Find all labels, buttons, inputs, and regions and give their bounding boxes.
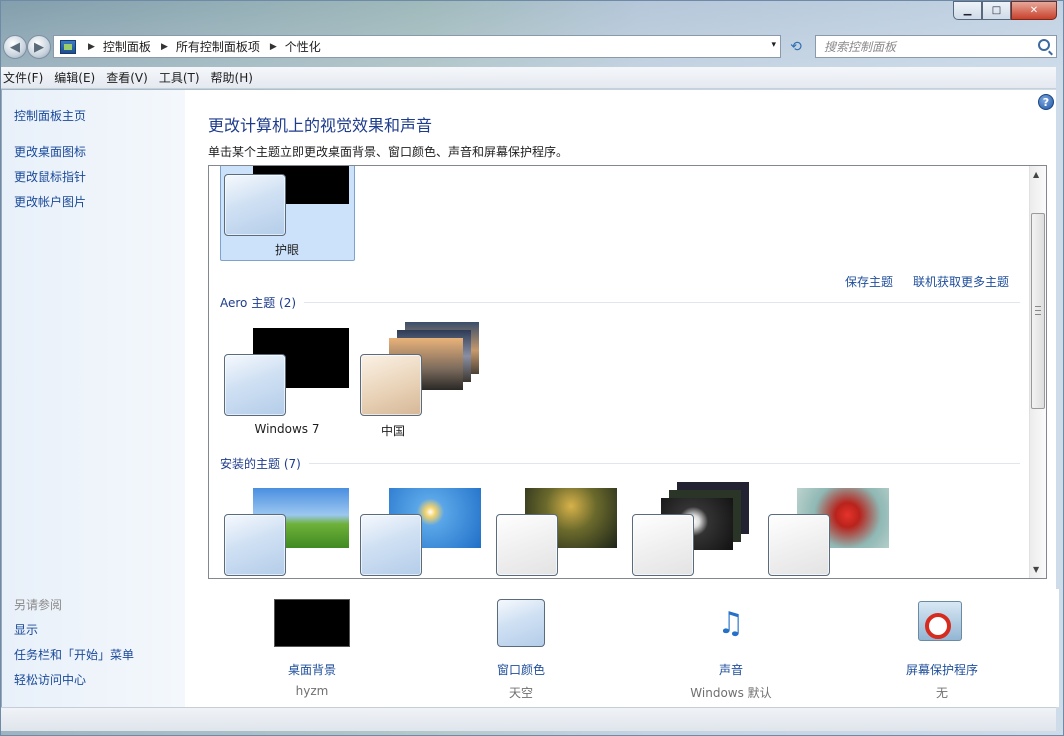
theme-label: 中国 [380, 424, 405, 438]
address-dropdown-icon[interactable]: ▾ [771, 40, 776, 50]
menu-tools[interactable]: 工具(T) [157, 69, 205, 86]
menu-view[interactable]: 查看(V) [104, 69, 153, 86]
sidebar: 控制面板主页 更改桌面图标 更改鼠标指针 更改帐户图片 另请参阅 显示 任务栏和… [2, 90, 185, 707]
see-also-header: 另请参阅 [14, 598, 63, 612]
breadcrumb-personalization[interactable]: 个性化 [285, 38, 321, 55]
search-input[interactable]: 搜索控制面板 [815, 35, 1057, 58]
menu-file[interactable]: 文件(F) [1, 69, 48, 86]
divider [304, 302, 1020, 303]
theme-window-color-preview [224, 514, 286, 576]
help-icon[interactable]: ? [1038, 94, 1054, 110]
screen-saver-label: 屏幕保护程序 [905, 663, 978, 677]
control-panel-icon [60, 39, 76, 54]
scroll-down-icon[interactable]: ▼ [1033, 565, 1039, 574]
installed-themes-header: 安装的主题 (7) [220, 455, 1020, 472]
see-also-display[interactable]: 显示 [14, 621, 38, 638]
sound-notes-icon: ♫ [717, 606, 745, 641]
prohibited-icon [925, 613, 951, 639]
window-controls: ▁ □ ✕ [953, 1, 1057, 20]
back-arrow-icon: ◀ [10, 39, 20, 55]
address-bar[interactable]: ▶ 控制面板 ▶ 所有控制面板项 ▶ 个性化 ▾ [53, 35, 781, 58]
forward-arrow-icon: ▶ [34, 39, 44, 55]
theme-window-color-preview [224, 354, 286, 416]
search-icon[interactable] [1038, 39, 1050, 51]
window-color-value: 天空 [508, 686, 533, 700]
theme-window-color-preview [360, 514, 422, 576]
content-area: 控制面板主页 更改桌面图标 更改鼠标指针 更改帐户图片 另请参阅 显示 任务栏和… [1, 90, 1059, 707]
themes-list: 护眼 保存主题 联机获取更多主题 Aero 主题 (2) Windows 7 中… [208, 165, 1047, 579]
theme-label: 护眼 [274, 243, 299, 257]
sidebar-change-account-picture[interactable]: 更改帐户图片 [14, 193, 86, 210]
sidebar-home-link[interactable]: 控制面板主页 [14, 107, 86, 124]
group-header-label: 安装的主题 (7) [220, 457, 301, 471]
vertical-scrollbar[interactable]: ▲ ▼ [1029, 166, 1046, 578]
theme-window-color-preview [632, 514, 694, 576]
save-theme-link[interactable]: 保存主题 [845, 273, 893, 290]
theme-window-color-preview [224, 174, 286, 236]
theme-window-color-preview [496, 514, 558, 576]
sounds-label: 声音 [718, 663, 743, 677]
scrollbar-thumb[interactable] [1031, 213, 1045, 409]
scroll-grip-icon [1035, 306, 1041, 315]
sounds-value: Windows 默认 [690, 686, 772, 700]
page-description: 单击某个主题立即更改桌面背景、窗口颜色、声音和屏幕保护程序。 [208, 145, 569, 159]
breadcrumb-control-panel[interactable]: 控制面板 [103, 38, 151, 55]
desktop-background-label: 桌面背景 [287, 663, 336, 677]
menu-help[interactable]: 帮助(H) [209, 69, 258, 86]
window-frame: ▁ □ ✕ ◀ ▶ ▶ 控制面板 ▶ 所有控制面板项 ▶ 个性化 ▾ ⟲ 搜索控… [0, 0, 1064, 736]
window-color-label: 窗口颜色 [496, 663, 545, 677]
navigation-bar: ◀ ▶ ▶ 控制面板 ▶ 所有控制面板项 ▶ 个性化 ▾ ⟲ 搜索控制面板 [1, 34, 1063, 60]
group-header-label: Aero 主题 (2) [220, 296, 297, 310]
menu-bar: 文件(F) 编辑(E) 查看(V) 工具(T) 帮助(H) [1, 67, 1056, 89]
theme-window-color-preview [360, 354, 422, 416]
refresh-icon: ⟲ [790, 39, 802, 55]
page-title: 更改计算机上的视觉效果和声音 [208, 116, 433, 135]
get-more-themes-link[interactable]: 联机获取更多主题 [913, 273, 1009, 290]
maximize-button[interactable]: □ [982, 1, 1011, 20]
menu-edit[interactable]: 编辑(E) [52, 69, 100, 86]
desktop-background-value: hyzm [295, 684, 329, 698]
chevron-right-icon[interactable]: ▶ [270, 42, 277, 52]
search-placeholder: 搜索控制面板 [824, 40, 897, 54]
back-button[interactable]: ◀ [3, 35, 27, 59]
breadcrumb-all-items[interactable]: 所有控制面板项 [176, 38, 260, 55]
forward-button[interactable]: ▶ [27, 35, 51, 59]
aero-themes-header: Aero 主题 (2) [220, 294, 1020, 311]
divider [308, 463, 1020, 464]
sidebar-change-desktop-icons[interactable]: 更改桌面图标 [14, 143, 86, 160]
window-color-thumbnail [497, 599, 545, 647]
chevron-right-icon[interactable]: ▶ [88, 42, 95, 52]
close-button[interactable]: ✕ [1011, 1, 1057, 20]
minimize-button[interactable]: ▁ [953, 1, 982, 20]
refresh-button[interactable]: ⟲ [785, 36, 807, 58]
desktop-background-thumbnail [274, 599, 350, 647]
theme-settings-strip: 桌面背景 hyzm 窗口颜色 天空 ♫ 声音 Windows 默认 屏幕保护程序… [185, 589, 1059, 707]
theme-window-color-preview [768, 514, 830, 576]
screen-saver-value: 无 [935, 686, 948, 700]
sidebar-change-mouse-pointer[interactable]: 更改鼠标指针 [14, 168, 86, 185]
scroll-up-icon[interactable]: ▲ [1033, 170, 1039, 179]
see-also-taskbar-start-menu[interactable]: 任务栏和「开始」菜单 [14, 646, 134, 663]
see-also-ease-of-access[interactable]: 轻松访问中心 [14, 671, 86, 688]
status-bar [1, 707, 1056, 731]
chevron-right-icon[interactable]: ▶ [161, 42, 168, 52]
